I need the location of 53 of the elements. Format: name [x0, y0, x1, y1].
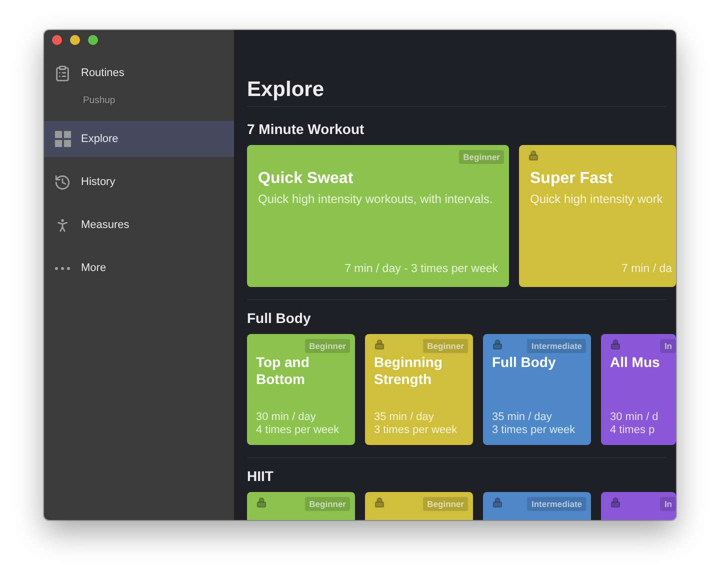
- schedule-text: 3 times per week: [492, 424, 576, 437]
- level-badge: Beginner: [423, 339, 468, 353]
- sidebar-item[interactable]: Routines: [44, 55, 234, 91]
- level-badge: In: [660, 339, 676, 353]
- schedule-text: 7 min / day - 3 times per week: [344, 263, 498, 277]
- schedule-text: 4 times p: [610, 424, 655, 437]
- workout-card[interactable]: Super Fast Quick high intensity work 7 min / da: [519, 145, 676, 287]
- section-heading: Full Body: [247, 310, 312, 326]
- card-title: All Mus: [610, 354, 661, 371]
- level-badge: Intermediate: [527, 497, 586, 511]
- card-title: Full Body: [492, 354, 557, 371]
- workout-card[interactable]: Intermediate: [483, 492, 591, 520]
- page-title: Explore: [247, 78, 666, 107]
- more-icon: [55, 266, 70, 270]
- workout-card[interactable]: In: [601, 492, 676, 520]
- close-button[interactable]: [52, 35, 62, 45]
- sidebar-item[interactable]: More: [44, 250, 234, 286]
- workout-card[interactable]: Beginner Beginning Strength 35 min / day 3 times per week: [365, 334, 473, 445]
- schedule-text: 35 min / day: [492, 410, 552, 424]
- level-badge: Intermediate: [527, 339, 586, 353]
- schedule-text: 7 min / da: [622, 263, 672, 277]
- card-title: Quick Sweat: [258, 169, 354, 188]
- level-badge: In: [660, 497, 676, 511]
- section-heading: HIIT: [247, 468, 274, 484]
- sidebar-subitem[interactable]: Pushup: [44, 91, 234, 111]
- schedule-text: 30 min / day: [256, 410, 316, 424]
- sidebar-item[interactable]: Explore: [44, 121, 234, 157]
- level-badge: Beginner: [423, 497, 468, 511]
- card-description: Quick high intensity workouts, with intervals.: [258, 192, 494, 206]
- workout-card[interactable]: Beginner: [247, 492, 355, 520]
- grid-icon: [54, 131, 70, 147]
- schedule-text: 35 min / day: [374, 410, 434, 424]
- workout-card[interactable]: Beginner Top and Bottom 30 min / day 4 times per week: [247, 334, 355, 445]
- card-title: Beginning Strength: [374, 354, 444, 388]
- schedule-text: 3 times per week: [374, 424, 458, 437]
- zoom-button[interactable]: [88, 35, 98, 45]
- sidebar-item[interactable]: History: [44, 164, 234, 200]
- workout-card[interactable]: Intermediate Full Body 35 min / day 3 times per week: [483, 334, 591, 445]
- card-title: Super Fast: [530, 169, 614, 188]
- schedule-text: 30 min / d: [610, 410, 658, 424]
- section-heading: 7 Minute Workout: [247, 121, 366, 137]
- workout-card[interactable]: Beginner Quick Sweat Quick high intensity workouts, with intervals. 7 min / day - 3 times per week: [247, 145, 509, 287]
- minimize-button[interactable]: [70, 35, 80, 45]
- level-badge: Beginner: [305, 339, 350, 353]
- schedule-text: 4 times per week: [256, 424, 340, 437]
- history-icon: [54, 174, 71, 190]
- level-badge: Beginner: [305, 497, 350, 511]
- level-badge: Beginner: [459, 150, 504, 164]
- card-title: Top and Bottom: [256, 354, 310, 388]
- clipboard-icon: [54, 64, 71, 82]
- card-description: Quick high intensity work: [530, 192, 664, 206]
- workout-card[interactable]: In All Mus 30 min / d 4 times p: [601, 334, 676, 445]
- sidebar-item[interactable]: Measures: [44, 207, 234, 243]
